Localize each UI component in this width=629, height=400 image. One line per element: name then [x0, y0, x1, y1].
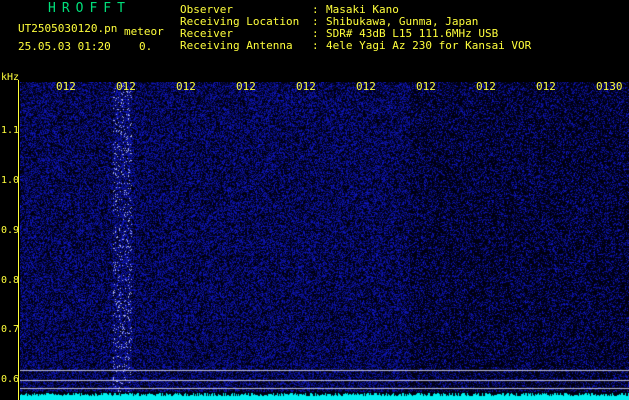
info-label: Receiving Antenna [180, 39, 293, 52]
app-title: HROFFT [48, 1, 131, 16]
frequency-unit-label: kHz [1, 72, 20, 83]
header-panel: HROFFT UT2505030120.pn meteor 25.05.03 0… [0, 0, 629, 78]
time-tick-label: 012 [536, 80, 556, 93]
time-tick-label: 012 [296, 80, 316, 93]
frequency-tick-label: 0.8 [1, 275, 20, 286]
spectrogram-canvas [20, 82, 629, 400]
info-value: 4ele Yagi Az 230 for Kansai VOR [326, 39, 532, 52]
station-info: Observer: Masaki Kano Receiving Location:… [180, 4, 531, 52]
date-time: 25.05.03 01:20 [18, 40, 111, 53]
frequency-tick-label: 1.1 [1, 125, 20, 136]
time-tick-label: 0130 [596, 80, 623, 93]
frequency-tick-label: 1.0 [1, 175, 20, 186]
frequency-tick-label: 0.6 [1, 374, 20, 385]
mode-label: meteor [124, 25, 164, 38]
info-row: Receiving Antenna:4ele Yagi Az 230 for K… [180, 39, 532, 52]
time-tick-label: 012 [356, 80, 376, 93]
frequency-tick-label: 0.7 [1, 324, 20, 335]
time-tick-label: 012 [116, 80, 136, 93]
file-name: UT2505030120.pn [18, 22, 118, 35]
frequency-tick-label: 0.9 [1, 225, 20, 236]
count-value: 0. [139, 40, 153, 53]
time-tick-label: 012 [476, 80, 496, 93]
time-tick-label: 012 [236, 80, 256, 93]
time-tick-label: 012 [416, 80, 436, 93]
time-tick-label: 012 [56, 80, 76, 93]
time-tick-label: 012 [176, 80, 196, 93]
